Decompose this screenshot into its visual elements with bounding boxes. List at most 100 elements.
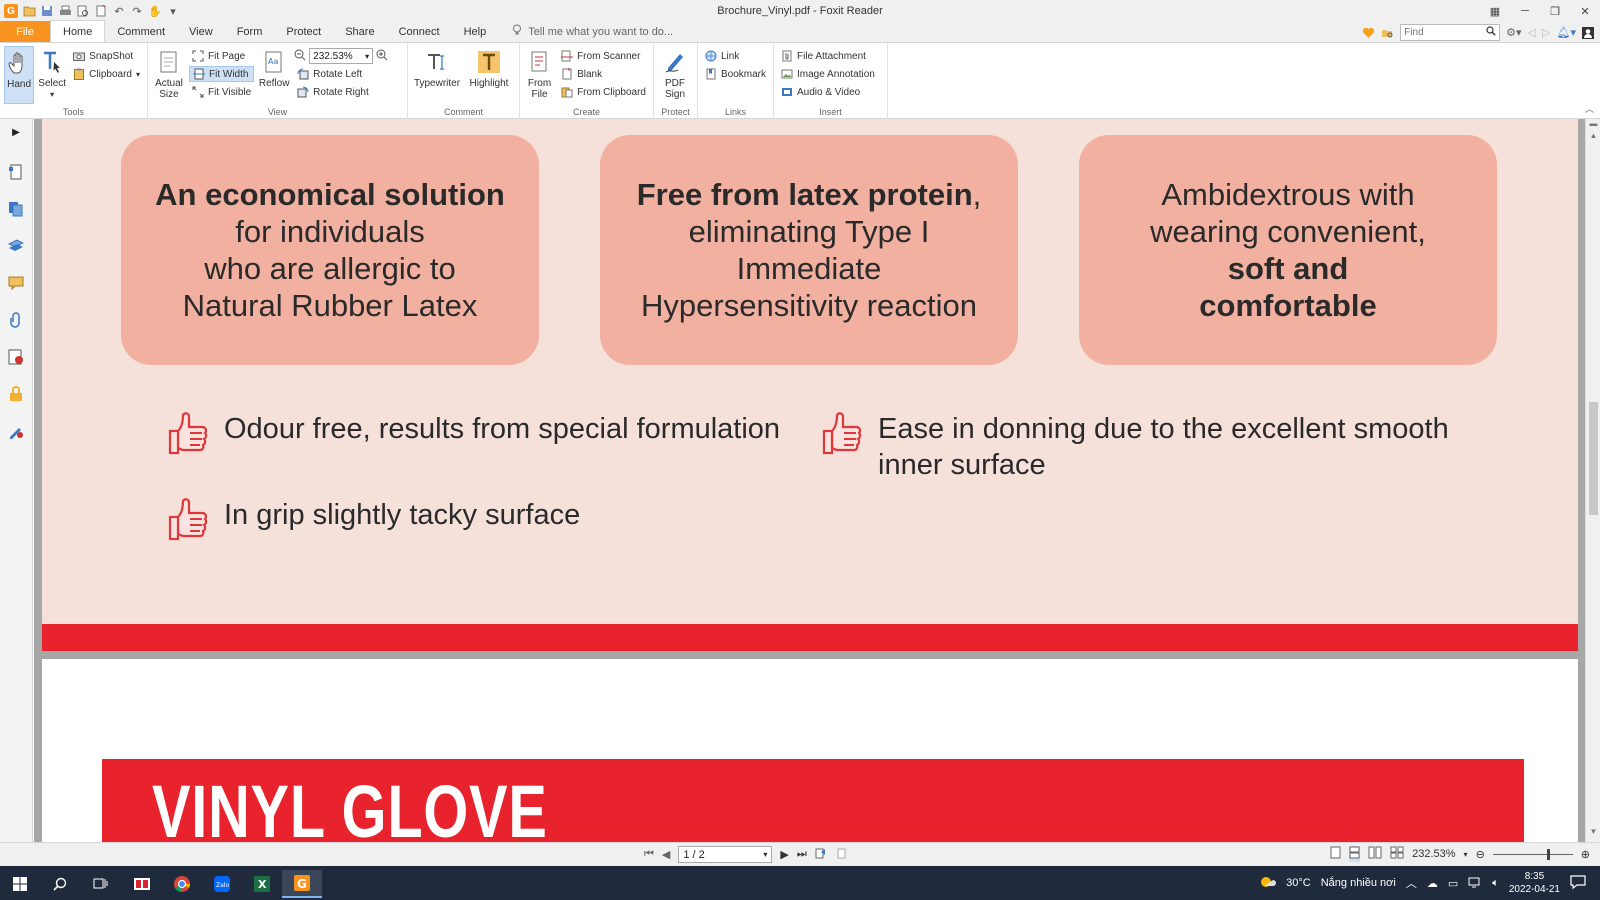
next-view-icon[interactable] — [835, 847, 847, 862]
taskbar-clock[interactable]: 8:35 2022-04-21 — [1509, 870, 1560, 896]
audio-video-button[interactable]: Audio & Video — [778, 84, 878, 100]
zoom-combo[interactable]: 232.53% ▾ — [309, 48, 374, 64]
zoom-in-icon[interactable] — [376, 49, 388, 64]
user-icon[interactable] — [1582, 26, 1594, 39]
signatures-icon[interactable] — [7, 348, 25, 366]
comments-panel-icon[interactable] — [7, 274, 25, 292]
single-page-icon[interactable] — [1330, 846, 1341, 862]
weather-temp[interactable]: 30°C — [1286, 877, 1311, 889]
find-box[interactable] — [1400, 24, 1501, 41]
fit-width-button[interactable]: Fit Width — [189, 66, 255, 82]
save-icon[interactable] — [40, 4, 54, 18]
tab-help[interactable]: Help — [452, 21, 499, 42]
scrollbar-thumb[interactable] — [1589, 402, 1598, 515]
select-tool-button[interactable]: Select ▾ — [37, 46, 67, 104]
redo-icon[interactable]: ↷ — [130, 4, 144, 18]
clipboard-button[interactable]: Clipboard ▾ — [70, 66, 143, 82]
zoom-slider-knob[interactable] — [1546, 849, 1550, 860]
excel-icon[interactable]: X — [242, 870, 282, 898]
continuous-facing-icon[interactable] — [1390, 846, 1404, 862]
fit-visible-button[interactable]: Fit Visible — [189, 84, 254, 100]
zoom-out-icon[interactable] — [294, 49, 306, 64]
close-icon[interactable]: ✕ — [1570, 0, 1600, 22]
windows-start-icon[interactable] — [0, 870, 40, 898]
chevron-up-icon[interactable]: ︿ — [1406, 875, 1417, 891]
search-icon[interactable] — [1486, 26, 1496, 39]
tab-view[interactable]: View — [177, 21, 225, 42]
tools-pen-icon[interactable] — [7, 422, 25, 440]
minimize-icon[interactable]: ─ — [1510, 0, 1540, 22]
tell-me-box[interactable]: Tell me what you want to do... — [512, 21, 673, 42]
bell-icon[interactable]: 🔔︎▾ — [1557, 26, 1577, 39]
tab-connect[interactable]: Connect — [387, 21, 452, 42]
zoom-slider[interactable] — [1492, 848, 1573, 860]
find-folder-icon[interactable] — [1381, 27, 1394, 39]
search-icon[interactable] — [40, 870, 80, 898]
actual-size-button[interactable]: Actual Size — [152, 46, 186, 104]
pages-icon[interactable] — [7, 200, 25, 218]
cloud-icon[interactable]: ☁ — [1427, 877, 1438, 890]
tab-home[interactable]: Home — [50, 20, 106, 42]
forward-arrow-icon[interactable]: ▷ — [1542, 26, 1550, 39]
open-icon[interactable] — [22, 4, 36, 18]
chrome-icon[interactable] — [162, 870, 202, 898]
weather-desc[interactable]: Nắng nhiều nơi — [1321, 877, 1396, 889]
next-page-icon[interactable]: ▶ — [780, 848, 788, 861]
document-viewport[interactable]: An economical solution for individuals w… — [34, 119, 1585, 842]
image-annotation-button[interactable]: Image Annotation — [778, 66, 878, 82]
reflow-button[interactable]: Aa Reflow — [257, 46, 291, 104]
device-icon[interactable]: ▭ — [1448, 877, 1458, 890]
from-scanner-button[interactable]: From Scanner — [558, 48, 649, 64]
find-input[interactable] — [1404, 27, 1483, 38]
weather-sun-icon[interactable] — [1258, 874, 1277, 893]
lock-icon[interactable] — [7, 385, 25, 403]
layers-icon[interactable] — [7, 237, 25, 255]
zoom-out-circle-icon[interactable]: ⊖ — [1476, 848, 1485, 861]
page-thumbnail-icon[interactable] — [7, 163, 25, 181]
first-page-icon[interactable]: ⏮ — [644, 848, 654, 861]
highlight-button[interactable]: Highlight — [465, 46, 513, 104]
continuous-page-icon[interactable] — [1349, 846, 1361, 862]
notification-icon[interactable] — [1570, 874, 1586, 893]
zoom-in-circle-icon[interactable]: ⊕ — [1581, 848, 1590, 861]
tab-file[interactable]: File — [0, 21, 50, 42]
speaker-icon[interactable]: 🔈︎ — [1492, 877, 1499, 890]
bookmark-button[interactable]: Bookmark — [702, 66, 769, 82]
previous-view-icon[interactable] — [815, 847, 827, 862]
task-view-icon[interactable] — [80, 870, 120, 898]
from-clipboard-button[interactable]: From Clipboard — [558, 84, 649, 100]
page-number-combo[interactable]: 1 / 2 ▾ — [678, 846, 773, 863]
blank-button[interactable]: Blank — [558, 66, 649, 82]
restore-icon[interactable]: ❐ — [1540, 0, 1570, 22]
undo-icon[interactable]: ↶ — [112, 4, 126, 18]
ribbon-display-icon[interactable]: ▦ — [1480, 0, 1510, 22]
scroll-up-icon[interactable]: ▲ — [1586, 131, 1600, 143]
hand-tool-button[interactable]: Hand — [4, 46, 35, 104]
pdf-sign-button[interactable]: PDF Sign — [658, 46, 692, 104]
new-icon[interactable] — [94, 4, 108, 18]
rotate-right-button[interactable]: Rotate Right — [294, 84, 388, 100]
scroll-down-icon[interactable]: ▼ — [1586, 827, 1600, 839]
split-handle-icon[interactable]: ▬ — [1586, 119, 1600, 131]
expand-panel-icon[interactable]: ▶ — [7, 123, 25, 141]
print-icon[interactable] — [58, 4, 72, 18]
favorite-icon[interactable] — [1362, 27, 1375, 39]
typewriter-button[interactable]: Typewriter — [412, 46, 462, 104]
print-preview-icon[interactable] — [76, 4, 90, 18]
link-button[interactable]: Link — [702, 48, 769, 64]
tab-comment[interactable]: Comment — [105, 21, 177, 42]
zalo-icon[interactable]: Zalo — [202, 870, 242, 898]
vertical-scrollbar[interactable]: ▬ ▲ ▼ — [1585, 119, 1600, 842]
hand-dropdown-icon[interactable]: ✋ — [148, 4, 162, 18]
last-page-icon[interactable]: ⏭ — [797, 848, 807, 861]
customize-qat-icon[interactable]: ▾ — [166, 4, 180, 18]
tab-share[interactable]: Share — [333, 21, 386, 42]
rotate-left-button[interactable]: Rotate Left — [294, 66, 388, 82]
previous-page-icon[interactable]: ◀ — [662, 848, 670, 861]
attachments-icon[interactable] — [7, 311, 25, 329]
foxit-reader-taskbar-icon[interactable]: G — [282, 870, 322, 898]
status-zoom-value[interactable]: 232.53% — [1412, 848, 1455, 860]
snapshot-button[interactable]: SnapShot — [70, 48, 143, 64]
taskbar-app-red-icon[interactable] — [122, 870, 162, 898]
facing-page-icon[interactable] — [1368, 846, 1382, 862]
